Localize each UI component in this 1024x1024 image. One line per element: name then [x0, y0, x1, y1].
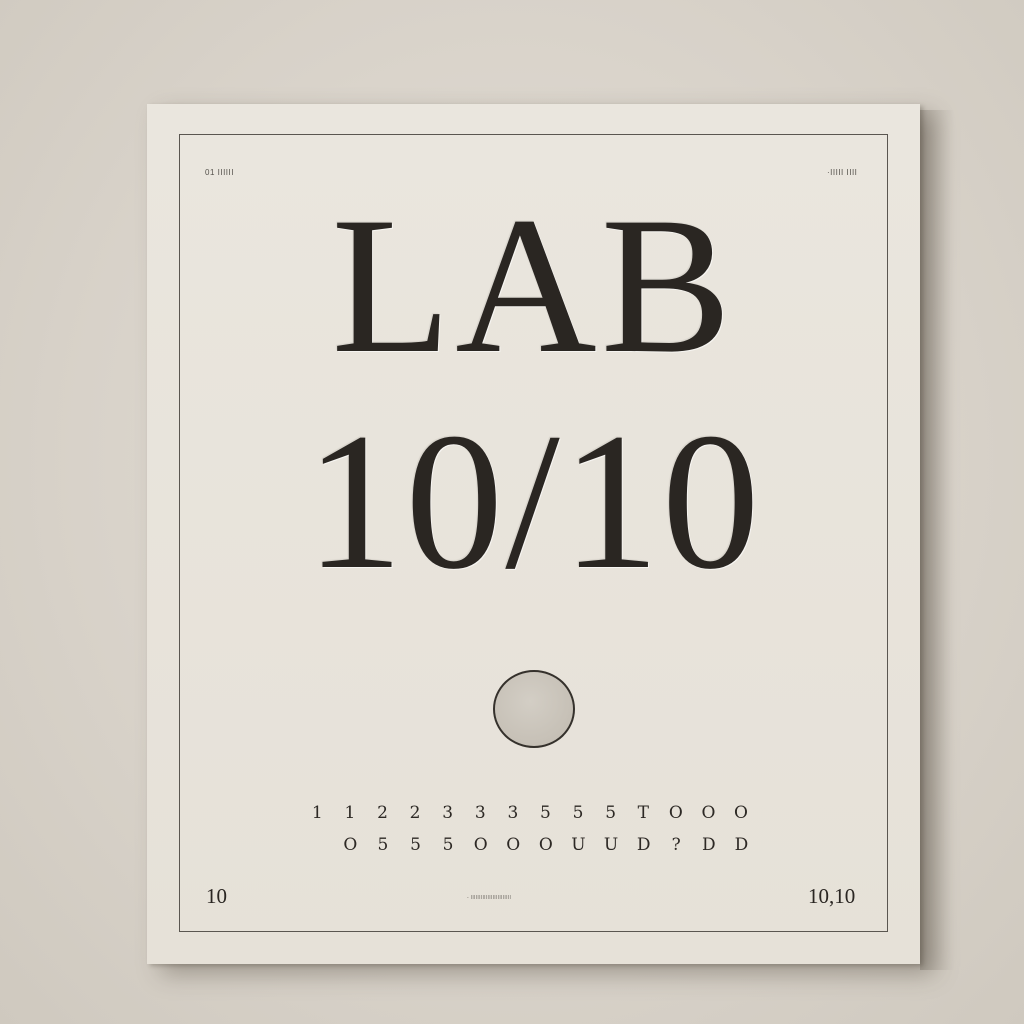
digits_row2-char: ? [671, 835, 681, 855]
title-line-score: 10/10 [305, 393, 762, 610]
digits_row2-char: O [473, 835, 488, 855]
digit-row-2: O 5 5 5 O O O U U D? D D [334, 835, 758, 855]
digits_row1-char: 3 [507, 803, 519, 823]
digits_row2-char: D [702, 835, 716, 855]
digits_row1-char: 5 [572, 803, 584, 823]
digits_row1-char: T [637, 803, 649, 823]
bottom-right-label: 10,10 [808, 884, 856, 908]
digits_row2-char: 5 [377, 835, 389, 855]
digits_row2-char: O [343, 835, 358, 855]
digits_row1-char: 3 [474, 803, 486, 823]
digits_row2-char: U [571, 835, 586, 855]
digits_row1-char: O [701, 803, 716, 823]
board-shadow-edge [920, 110, 954, 970]
digit-row-1: 1122333555TOOO [301, 803, 757, 823]
digits_row2-char: D [734, 835, 749, 855]
digits_row2-char: U [603, 835, 619, 855]
title-line-lab: LAB [331, 177, 736, 394]
digits_row1-char: 5 [605, 803, 617, 823]
digits_row2-char: D [636, 835, 651, 855]
digits_row2-char: O [538, 835, 553, 855]
digits_row2-char: 5 [442, 835, 454, 855]
digits_row1-char: 2 [409, 803, 421, 823]
corner-label-top-left: 01 IIIIII [205, 168, 234, 177]
digits_row2-char: O [506, 835, 521, 855]
digits_row1-char: O [668, 803, 683, 823]
digits_row1-char: 1 [311, 803, 323, 823]
circle-mark [493, 670, 575, 748]
digits_row2-char: 5 [410, 835, 421, 855]
bottom-left-label: 10 [206, 884, 227, 908]
digits_row1-char: 1 [344, 803, 356, 823]
digits_row1-char: 3 [442, 803, 454, 823]
corner-label-top-right: ·IIIII IIII [827, 168, 858, 177]
bottom-center-fine-print: - IIIIIIIIIIIIIIIIIIIIIIII [467, 895, 512, 901]
digits_row1-char: 2 [377, 803, 388, 823]
digits_row1-char: O [734, 803, 748, 823]
digits_row1-char: 5 [540, 803, 551, 823]
